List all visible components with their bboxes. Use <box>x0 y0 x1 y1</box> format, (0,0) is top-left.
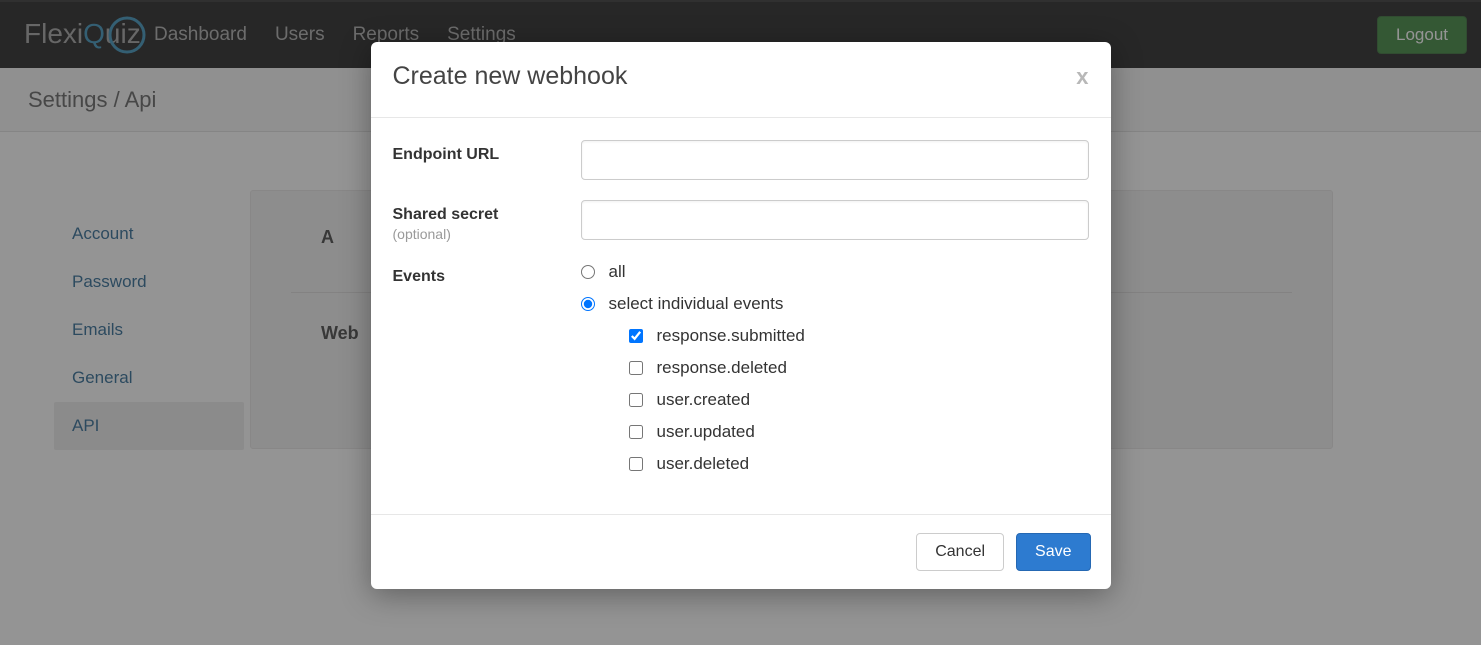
secret-label-text: Shared secret <box>393 206 499 223</box>
row-endpoint: Endpoint URL <box>393 140 1089 180</box>
event-response-submitted[interactable]: response.submitted <box>629 326 1089 346</box>
endpoint-label: Endpoint URL <box>393 140 581 180</box>
event-user-created[interactable]: user.created <box>629 390 1089 410</box>
event-user-created-checkbox[interactable] <box>629 393 643 407</box>
secret-optional-text: (optional) <box>393 226 581 242</box>
event-user-created-label: user.created <box>657 390 751 410</box>
event-response-deleted-checkbox[interactable] <box>629 361 643 375</box>
events-label: Events <box>393 262 581 486</box>
events-radio-all[interactable]: all <box>581 262 1089 282</box>
shared-secret-input[interactable] <box>581 200 1089 240</box>
save-button[interactable]: Save <box>1016 533 1090 571</box>
event-user-updated-label: user.updated <box>657 422 755 442</box>
create-webhook-modal: Create new webhook x Endpoint URL Shared… <box>371 42 1111 589</box>
events-radio-individual[interactable]: select individual events <box>581 294 1089 314</box>
modal-footer: Cancel Save <box>371 514 1111 589</box>
cancel-button[interactable]: Cancel <box>916 533 1004 571</box>
modal-overlay: Create new webhook x Endpoint URL Shared… <box>0 0 1481 645</box>
event-response-submitted-checkbox[interactable] <box>629 329 643 343</box>
modal-title: Create new webhook <box>393 62 628 91</box>
modal-body: Endpoint URL Shared secret (optional) Ev… <box>371 118 1111 514</box>
row-secret: Shared secret (optional) <box>393 200 1089 242</box>
event-user-deleted-label: user.deleted <box>657 454 750 474</box>
event-user-updated-checkbox[interactable] <box>629 425 643 439</box>
secret-label: Shared secret (optional) <box>393 200 581 242</box>
modal-header: Create new webhook x <box>371 42 1111 118</box>
events-checklist: response.submitted response.deleted user… <box>629 326 1089 474</box>
events-radio-all-label: all <box>609 262 626 282</box>
events-radio-all-input[interactable] <box>581 265 595 279</box>
event-response-deleted-label: response.deleted <box>657 358 787 378</box>
event-user-deleted-checkbox[interactable] <box>629 457 643 471</box>
events-radio-individual-input[interactable] <box>581 297 595 311</box>
endpoint-url-input[interactable] <box>581 140 1089 180</box>
event-user-deleted[interactable]: user.deleted <box>629 454 1089 474</box>
event-user-updated[interactable]: user.updated <box>629 422 1089 442</box>
event-response-submitted-label: response.submitted <box>657 326 805 346</box>
events-radio-individual-label: select individual events <box>609 294 784 314</box>
event-response-deleted[interactable]: response.deleted <box>629 358 1089 378</box>
modal-close-button[interactable]: x <box>1076 66 1088 88</box>
row-events: Events all select individual events resp… <box>393 262 1089 486</box>
